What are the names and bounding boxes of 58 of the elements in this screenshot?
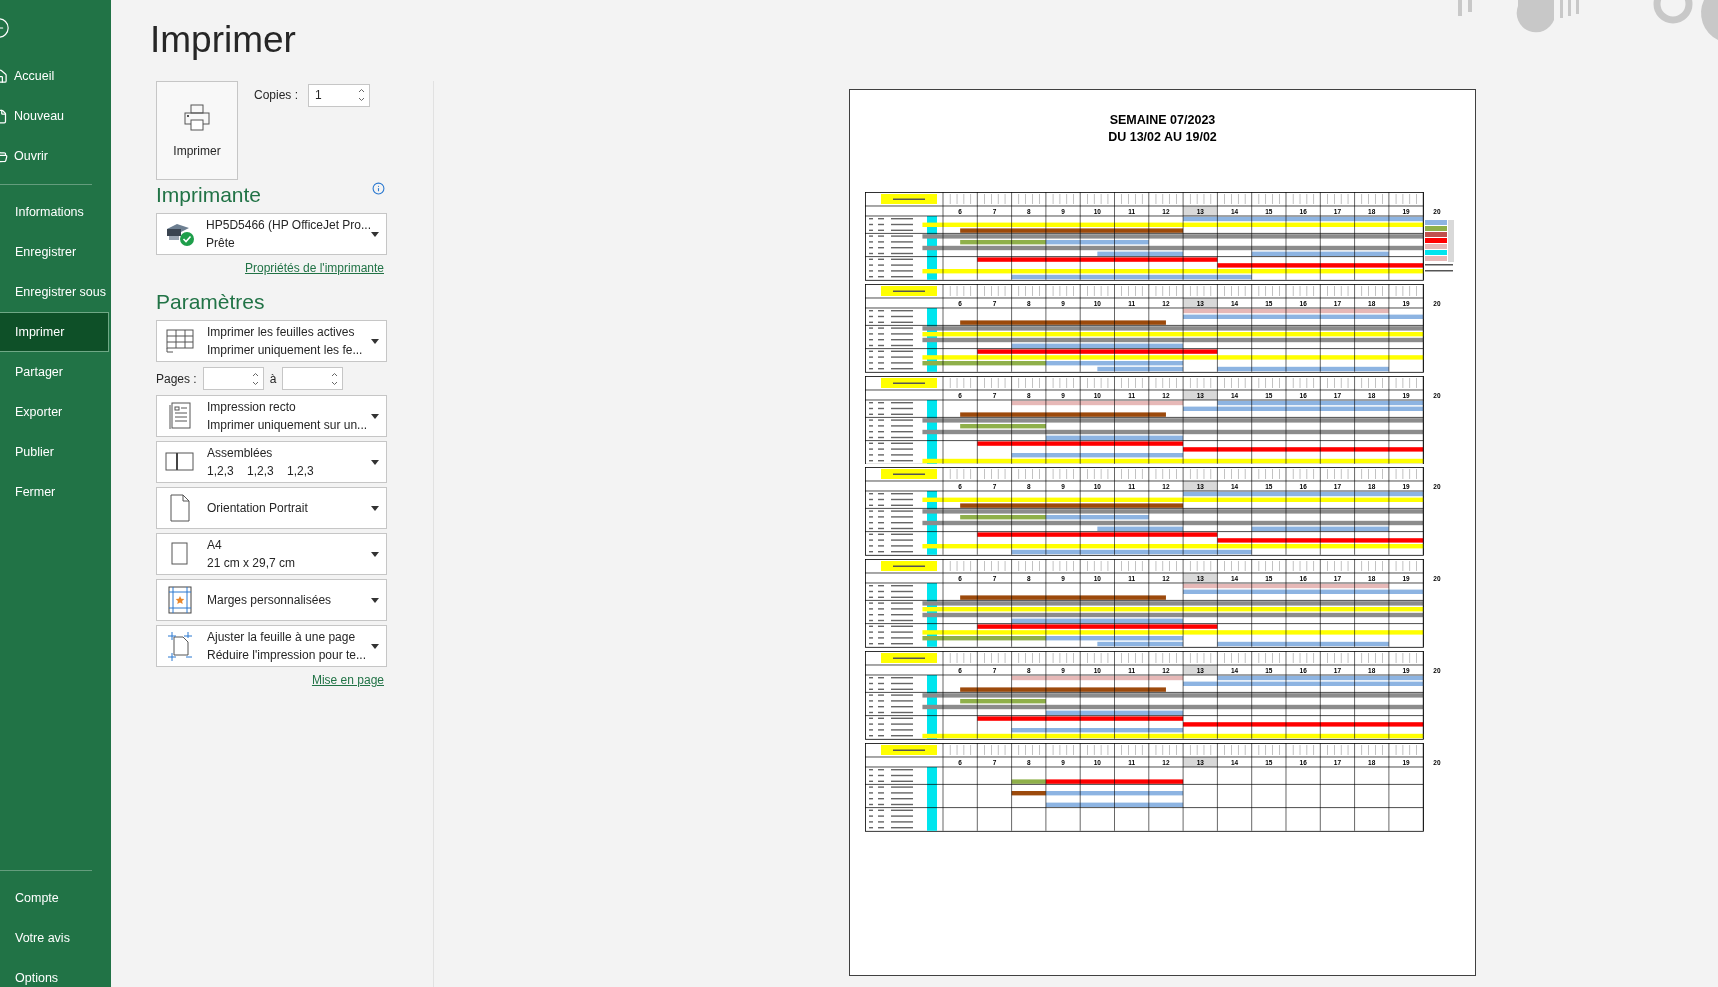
menu-item[interactable]: Imprimer: [0, 312, 109, 352]
menu-item[interactable]: Options: [0, 958, 109, 987]
preview-title: DU 13/02 AU 19/02: [1108, 129, 1217, 146]
menu-item[interactable]: Informations: [0, 192, 109, 232]
spin-arrows-icon: [251, 371, 259, 386]
caret-icon: [371, 338, 379, 344]
caret-icon: [371, 459, 379, 465]
page-icon: [171, 542, 189, 566]
document-icon: [168, 402, 192, 430]
print-button[interactable]: Imprimer: [156, 81, 238, 180]
copies-field[interactable]: 1: [308, 83, 371, 107]
pages-to-field[interactable]: [282, 367, 344, 390]
menu-item[interactable]: Enregistrer sous: [0, 272, 109, 312]
caret-icon: [371, 413, 379, 419]
menu-item[interactable]: Nouveau: [0, 96, 109, 136]
menu-item[interactable]: Exporter: [0, 392, 109, 432]
setting-dropdown[interactable]: Imprimer les feuilles actives Imprimer uniquement les fe...: [156, 320, 387, 362]
caret-icon: [371, 231, 379, 237]
printer-dropdown[interactable]: HP5D5466 (HP OfficeJet Pro... Prête: [156, 213, 387, 255]
pages-label: Pages :: [156, 371, 197, 386]
preview-title: SEMAINE 07/2023: [1109, 112, 1216, 129]
legend-drawing: [1425, 220, 1454, 272]
caret-icon: [371, 551, 379, 557]
section-heading: Imprimante: [156, 183, 262, 207]
menu-item[interactable]: Publier: [0, 432, 109, 472]
printer-icon: [183, 103, 211, 132]
page-title: Imprimer: [150, 18, 296, 62]
menu-item[interactable]: Compte: [0, 878, 109, 918]
page-setup-link[interactable]: Mise en page: [311, 672, 384, 688]
setting-dropdown[interactable]: Impression recto Imprimer uniquement sur un...: [156, 395, 387, 437]
menu-item[interactable]: Partager: [0, 352, 109, 392]
menu-item[interactable]: Votre avis: [0, 918, 109, 958]
caret-icon: [371, 505, 379, 511]
menu-item[interactable]: Ouvrir: [0, 136, 109, 176]
pages-to-label: à: [269, 371, 277, 386]
spin-arrows-icon: [358, 88, 366, 102]
sheets-icon: [166, 328, 194, 354]
setting-dropdown[interactable]: Ajuster la feuille à une page Réduire l'impression pour te...: [156, 625, 387, 667]
copies-label: Copies :: [254, 88, 299, 102]
caret-icon: [371, 597, 379, 603]
fit-page-icon: [166, 631, 194, 661]
menu-item[interactable]: Accueil: [0, 56, 109, 96]
menu-item[interactable]: Enregistrer: [0, 232, 109, 272]
section-heading: Paramètres: [156, 290, 265, 314]
spin-arrows-icon: [331, 371, 339, 386]
pages-from-field[interactable]: [202, 367, 264, 390]
printer-ready-icon: [164, 221, 195, 247]
page-icon: [169, 494, 191, 522]
margins-icon: [168, 586, 192, 614]
printer-properties-link[interactable]: Propriétés de l'imprimante: [245, 260, 384, 276]
book-icon: [165, 452, 195, 472]
setting-dropdown[interactable]: Marges personnalisées: [156, 579, 387, 621]
caret-icon: [371, 643, 379, 649]
menu-item[interactable]: Fermer: [0, 472, 109, 512]
setting-dropdown[interactable]: Assemblées 1,2,3 1,2,3 1,2,3: [156, 441, 387, 483]
setting-dropdown[interactable]: Orientation Portrait: [156, 487, 387, 529]
info-icon[interactable]: [372, 181, 385, 195]
setting-dropdown[interactable]: A4 21 cm x 29,7 cm: [156, 533, 387, 575]
